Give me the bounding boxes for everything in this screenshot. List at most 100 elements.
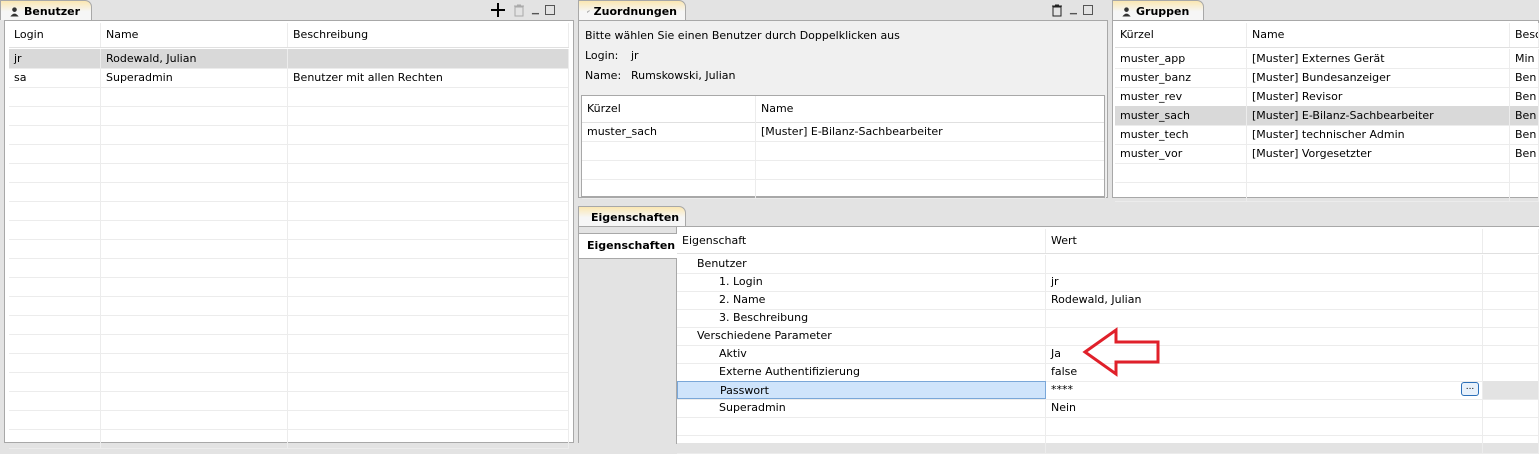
maximize-icon[interactable]	[544, 5, 555, 15]
table-row-empty	[9, 144, 569, 164]
eigenschaften-tabbar: Eigenschaften	[578, 206, 1539, 226]
cell-name: [Muster] E-Bilanz-Sachbearbeiter	[756, 122, 1106, 141]
column-header-name[interactable]: Name	[756, 96, 1106, 122]
add-icon[interactable]	[490, 2, 506, 18]
column-header-extra	[1483, 229, 1539, 253]
table-row[interactable]: muster_app [Muster] Externes Gerät Min	[1115, 49, 1539, 69]
cell-beschreibung: Min	[1510, 49, 1539, 68]
prop-name[interactable]: 2. Name Rodewald, Julian	[677, 291, 1539, 310]
cell-name: Rodewald, Julian	[101, 49, 288, 68]
column-header-kuerzel[interactable]: Kürzel	[582, 96, 756, 122]
table-row-empty	[9, 201, 569, 221]
delete-icon[interactable]	[1050, 3, 1064, 17]
login-label: Login:	[585, 49, 619, 62]
table-row-empty	[1115, 163, 1539, 183]
column-header-login[interactable]: Login	[9, 23, 101, 47]
property-value: Rodewald, Julian	[1046, 291, 1483, 309]
tab-eigenschaften[interactable]: Eigenschaften	[578, 206, 686, 226]
cell-kuerzel: muster_banz	[1115, 68, 1247, 87]
cell-kuerzel: muster_rev	[1115, 87, 1247, 106]
table-row[interactable]: muster_rev [Muster] Revisor Ben	[1115, 87, 1539, 107]
zuordnungen-tabbar: Zuordnungen ▁	[578, 0, 1108, 20]
column-header-kuerzel[interactable]: Kürzel	[1115, 23, 1247, 47]
group-icon	[1122, 7, 1131, 17]
table-row-empty	[9, 334, 569, 354]
tab-gruppen-label: Gruppen	[1136, 5, 1190, 18]
table-row-empty	[9, 410, 569, 430]
column-header-beschreibung[interactable]: Besc	[1510, 23, 1539, 47]
table-row-empty	[9, 220, 569, 240]
maximize-icon[interactable]	[1082, 5, 1093, 15]
table-row-empty	[582, 141, 1106, 161]
table-row-empty	[9, 429, 569, 449]
group-benutzer[interactable]: Benutzer	[677, 255, 1539, 274]
gruppen-panel: Kürzel Name Besc muster_app [Muster] Exte…	[1112, 20, 1539, 202]
prop-superadmin[interactable]: Superadmin Nein	[677, 399, 1539, 418]
table-row[interactable]: muster_tech [Muster] technischer Admin Ben	[1115, 125, 1539, 145]
cell-beschreibung: Ben	[1510, 106, 1539, 125]
annotation-arrow	[1082, 327, 1160, 377]
column-header-beschreibung[interactable]: Beschreibung	[288, 23, 569, 47]
tab-benutzer[interactable]: Benutzer	[0, 0, 92, 20]
zuordnungen-hint: Bitte wählen Sie einen Benutzer durch Do…	[585, 29, 900, 42]
column-header-name[interactable]: Name	[101, 23, 288, 47]
tab-gruppen[interactable]: Gruppen	[1112, 0, 1204, 20]
table-row-empty	[1115, 182, 1539, 202]
property-value	[1046, 255, 1483, 273]
table-row-empty	[9, 163, 569, 183]
property-value: Nein	[1046, 399, 1483, 417]
column-header-name[interactable]: Name	[1247, 23, 1510, 47]
property-label: Benutzer	[677, 255, 1046, 273]
minimize-icon[interactable]: ▁	[532, 5, 539, 15]
table-row-empty	[9, 315, 569, 335]
cell-kuerzel: muster_sach	[1115, 106, 1247, 125]
table-row[interactable]: jr Rodewald, Julian	[9, 49, 569, 69]
property-value[interactable]: ****	[1046, 381, 1483, 399]
cell-login: jr	[9, 49, 101, 68]
table-row-empty	[582, 160, 1106, 180]
table-row-empty	[9, 87, 569, 107]
tab-zuordnungen[interactable]: Zuordnungen	[578, 0, 686, 20]
delete-icon[interactable]	[512, 3, 526, 17]
table-row[interactable]: muster_vor [Muster] Vorgesetzter Ben	[1115, 144, 1539, 164]
name-label: Name:	[585, 69, 622, 82]
table-row-empty	[9, 106, 569, 126]
property-label: Passwort	[677, 381, 1046, 399]
side-tab-eigenschaften[interactable]: Eigenschaften	[579, 233, 677, 259]
tab-benutzer-label: Benutzer	[24, 5, 81, 18]
column-header-eigenschaft[interactable]: Eigenschaft	[677, 229, 1046, 253]
table-row-empty	[9, 353, 569, 373]
table-row[interactable]: sa Superadmin Benutzer mit allen Rechten	[9, 68, 569, 88]
link-icon	[587, 10, 590, 13]
prop-passwort[interactable]: Passwort ****...	[677, 381, 1539, 400]
table-row-empty	[677, 417, 1539, 436]
password-edit-button[interactable]: ...	[1461, 382, 1479, 396]
cell-login: sa	[9, 68, 101, 87]
cell-kuerzel: muster_app	[1115, 49, 1247, 68]
table-row-empty	[9, 182, 569, 202]
gruppen-tabbar: Gruppen	[1112, 0, 1539, 20]
cell-name: [Muster] Bundesanzeiger	[1247, 68, 1510, 87]
table-row-empty	[582, 179, 1106, 199]
cell-name: [Muster] E-Bilanz-Sachbearbeiter	[1247, 106, 1510, 125]
minimize-icon[interactable]: ▁	[1070, 5, 1077, 15]
name-value: Rumskowski, Julian	[631, 69, 736, 82]
table-row[interactable]: muster_sach [Muster] E-Bilanz-Sachbearbe…	[582, 122, 1106, 142]
cell-kuerzel: muster_sach	[582, 122, 756, 141]
side-tab-label: Eigenschaften	[587, 239, 676, 252]
table-row[interactable]: muster_banz [Muster] Bundesanzeiger Ben	[1115, 68, 1539, 88]
eigenschaften-side-tabs: Eigenschaften	[579, 227, 677, 444]
table-row[interactable]: muster_sach [Muster] E-Bilanz-Sachbearbei…	[1115, 106, 1539, 126]
cell-name: [Muster] Externes Gerät	[1247, 49, 1510, 68]
cell-beschreibung: Benutzer mit allen Rechten	[288, 68, 569, 87]
zuordnungen-table: Kürzel Name muster_sach [Muster] E-Bilan…	[581, 95, 1106, 199]
column-header-wert[interactable]: Wert	[1046, 229, 1483, 253]
table-row-empty	[9, 239, 569, 259]
prop-login[interactable]: 1. Login jr	[677, 273, 1539, 292]
property-label: 2. Name	[677, 291, 1046, 309]
cell-name: [Muster] technischer Admin	[1247, 125, 1510, 144]
zuordnungen-panel: Bitte wählen Sie einen Benutzer durch Do…	[578, 20, 1108, 199]
cell-kuerzel: muster_vor	[1115, 144, 1247, 163]
property-label: 1. Login	[677, 273, 1046, 291]
cell-name: Superadmin	[101, 68, 288, 87]
